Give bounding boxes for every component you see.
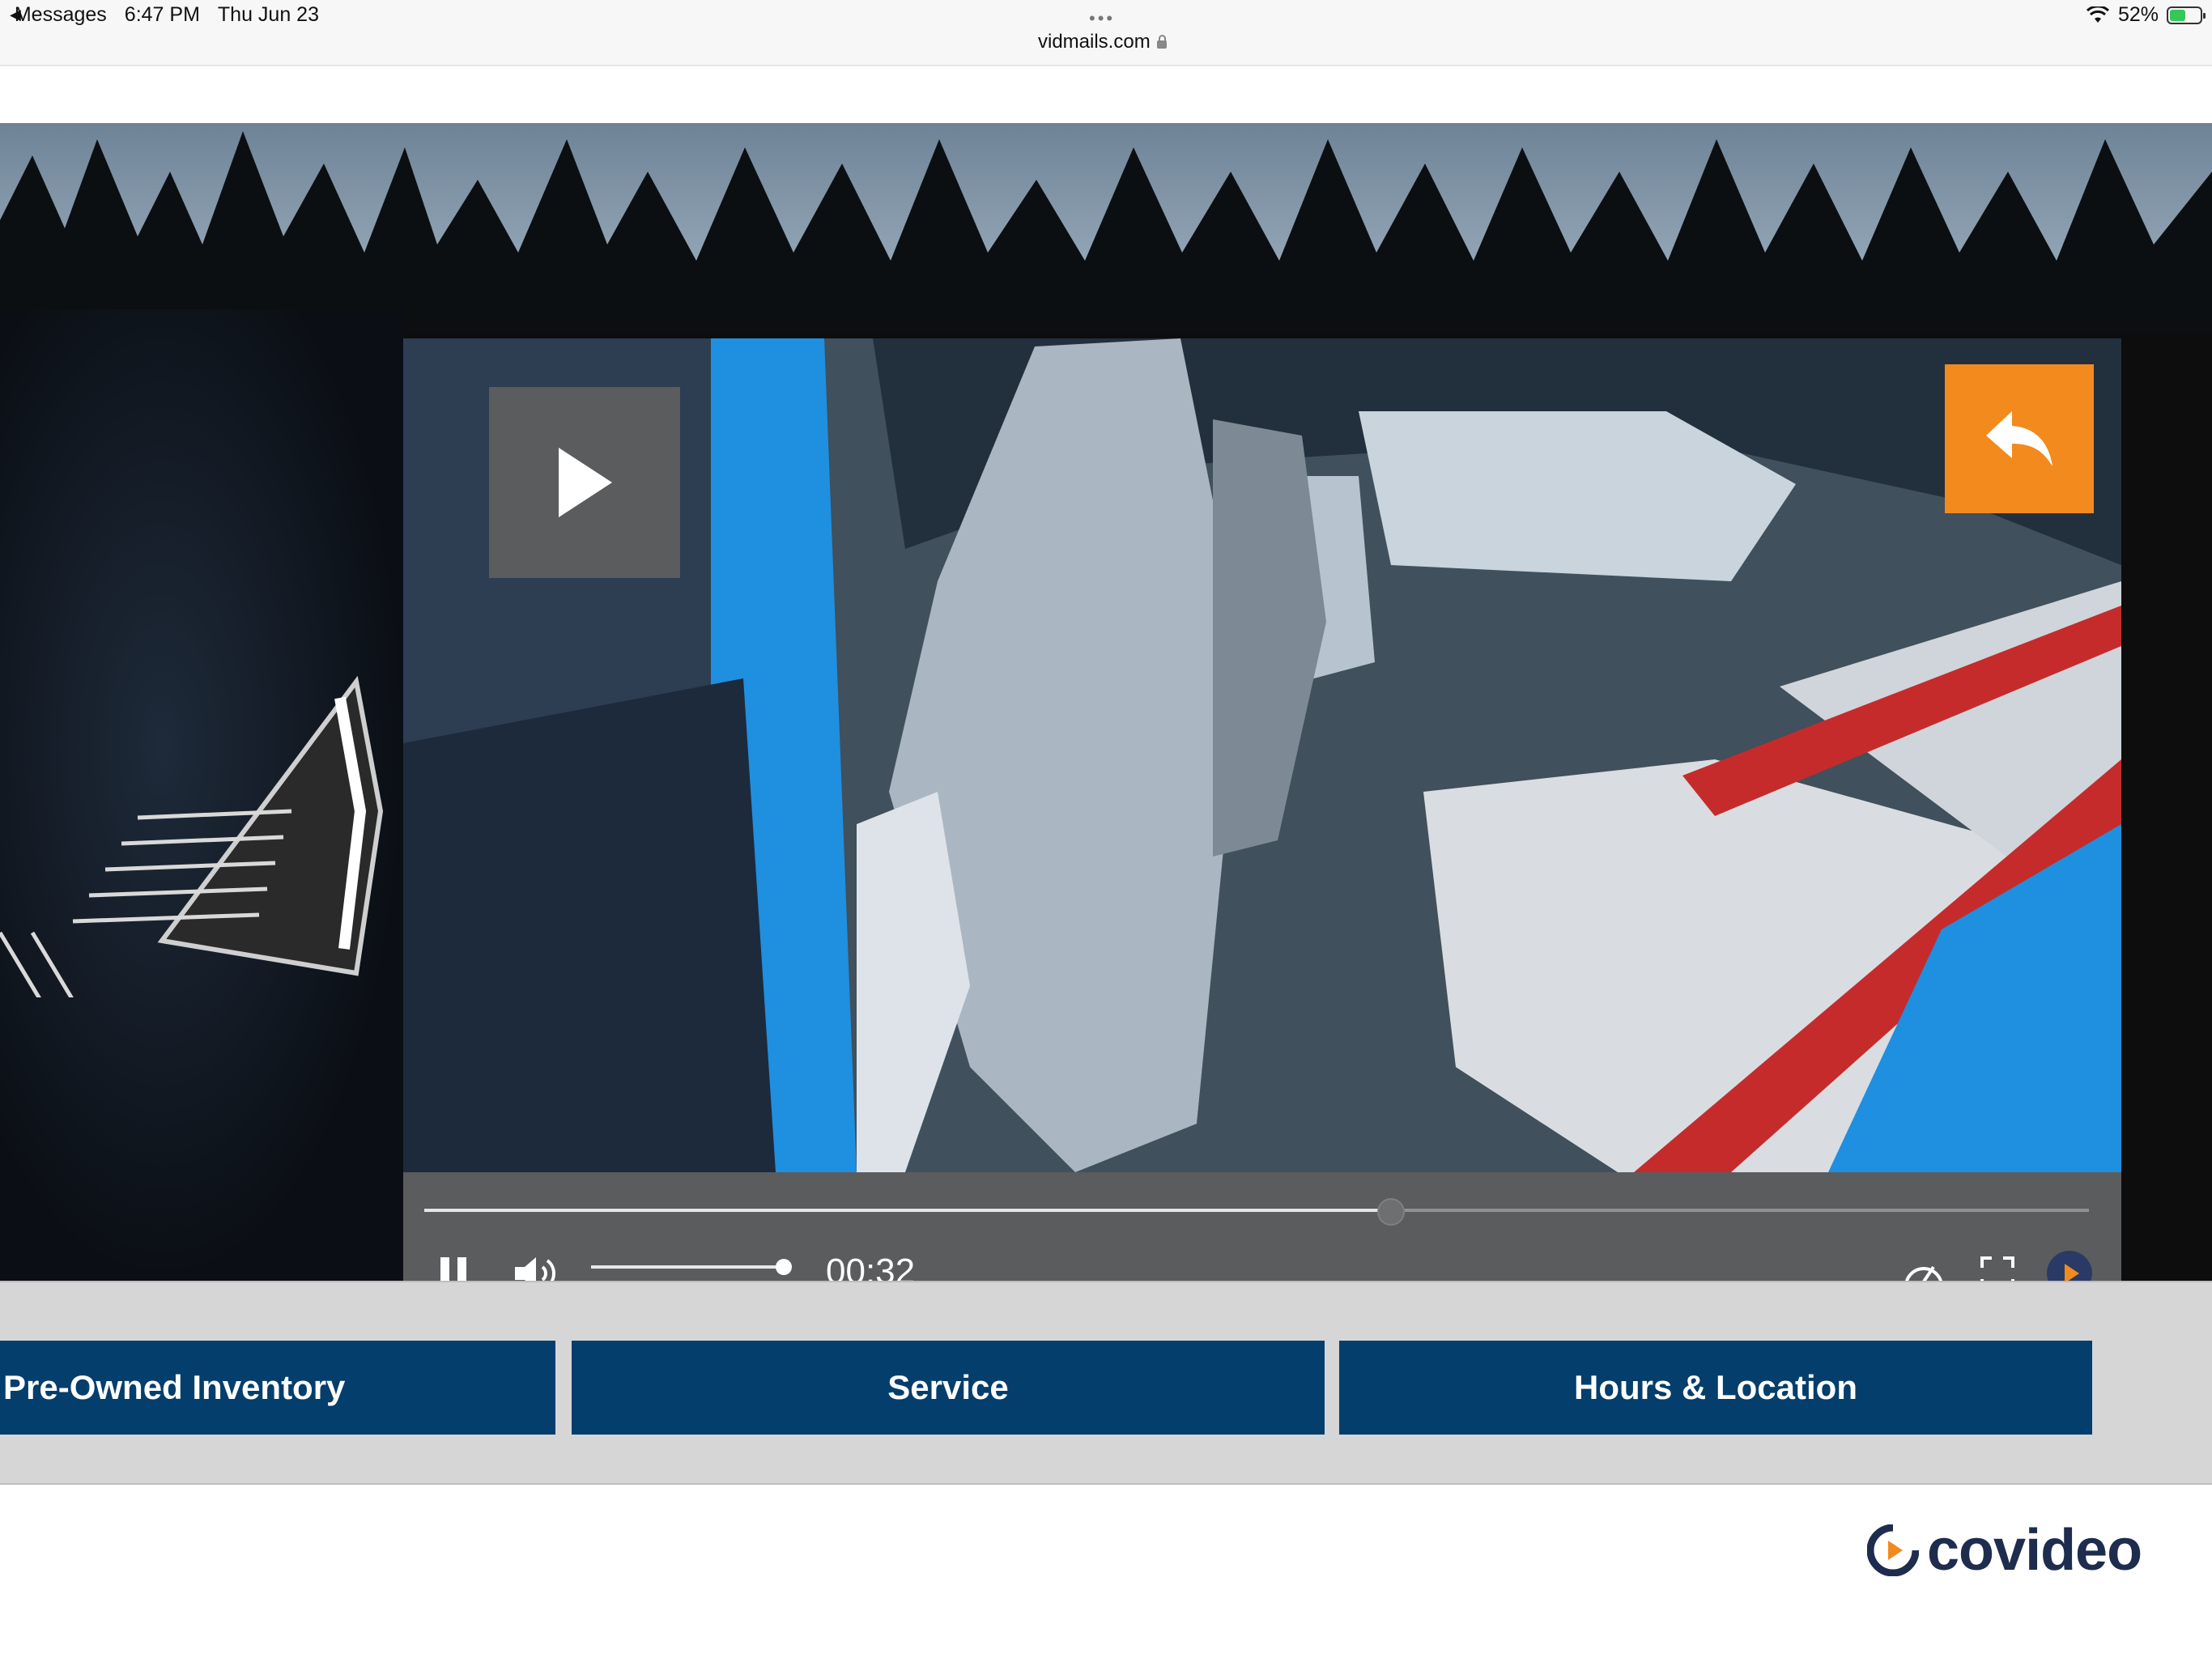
volume-handle[interactable]	[776, 1259, 792, 1275]
covideo-wordmark: covideo	[1927, 1518, 2142, 1583]
video-player: 00:32	[403, 338, 2121, 1281]
address-bar[interactable]: vidmails.com	[1038, 31, 1167, 53]
covideo-logo-button[interactable]	[2045, 1247, 2094, 1281]
progress-played	[424, 1209, 1390, 1212]
reply-arrow-icon	[1986, 411, 2052, 466]
speaker-icon	[515, 1257, 555, 1281]
covideo-logo-icon	[2047, 1251, 2092, 1281]
progress-bar[interactable]	[424, 1198, 2089, 1226]
fullscreen-button[interactable]	[1980, 1247, 2014, 1281]
status-time: 6:47 PM	[124, 3, 200, 26]
nav-strip: Pre-Owned Inventory Service Hours & Loca…	[0, 1281, 2212, 1485]
speed-button[interactable]	[1901, 1247, 1946, 1281]
lock-icon	[1156, 35, 1167, 49]
progress-handle[interactable]	[1377, 1198, 1406, 1226]
service-button[interactable]: Service	[572, 1341, 1325, 1435]
back-app-label: Messages	[14, 3, 107, 26]
status-bar: ◀ Messages 6:47 PM Thu Jun 23 ••• vidmai…	[0, 0, 2212, 66]
play-button[interactable]	[489, 387, 680, 578]
hero-section: 00:32	[0, 123, 2212, 1281]
fullscreen-icon	[1980, 1256, 2014, 1281]
volume-button[interactable]	[513, 1247, 559, 1281]
tree-silhouettes	[0, 131, 2212, 334]
covideo-brand[interactable]: covideo	[1867, 1517, 2142, 1584]
volume-slider[interactable]	[591, 1259, 792, 1275]
video-frame[interactable]	[403, 338, 2121, 1172]
battery-fill	[2170, 9, 2185, 21]
battery-icon	[2167, 6, 2206, 24]
url-text: vidmails.com	[1038, 31, 1151, 53]
status-left: ◀ Messages 6:47 PM Thu Jun 23	[10, 3, 319, 27]
status-date: Thu Jun 23	[217, 3, 319, 26]
back-to-app-link[interactable]: ◀ Messages	[10, 3, 107, 27]
headlight-graphic	[0, 675, 384, 997]
speedometer-icon	[1905, 1265, 1942, 1281]
play-icon	[559, 448, 612, 517]
covideo-brand-icon	[1867, 1524, 1919, 1576]
pause-icon	[440, 1257, 466, 1281]
elapsed-time: 00:32	[826, 1252, 916, 1281]
status-right: 52%	[2086, 3, 2206, 27]
wifi-icon	[2086, 6, 2109, 23]
pause-button[interactable]	[439, 1247, 468, 1281]
hours-location-button[interactable]: Hours & Location	[1339, 1341, 2092, 1435]
pre-owned-inventory-button[interactable]: Pre-Owned Inventory	[0, 1341, 555, 1435]
reply-button[interactable]	[1945, 364, 2094, 513]
battery-percent: 52%	[2117, 3, 2159, 26]
multitasking-dots-icon[interactable]: •••	[1089, 8, 1115, 29]
